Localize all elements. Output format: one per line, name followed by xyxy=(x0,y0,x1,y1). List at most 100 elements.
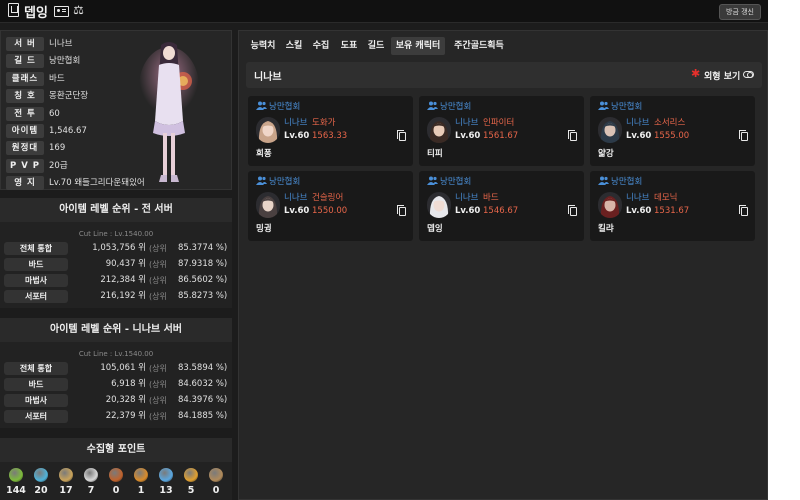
character-item-level: 1555.00 xyxy=(654,131,690,141)
collect-item[interactable]: 20 xyxy=(30,468,52,500)
collect-item[interactable]: 5 xyxy=(180,468,202,500)
character-class: 인파이터 xyxy=(483,118,515,128)
rank-upper-label: (상위 xyxy=(149,276,167,285)
character-image xyxy=(139,42,199,182)
character-card[interactable]: 낭만협회 니나브 데모닉 Lv.60 1531.67 킬랴 xyxy=(590,171,755,241)
character-avatar xyxy=(598,117,622,143)
profile-value: 바드 xyxy=(49,73,65,84)
rank-percent: 85.3774 %) xyxy=(178,243,228,253)
rank-row: 서포터 216,192 위 (상위 85.8273 %) xyxy=(0,289,232,304)
character-card[interactable]: 낭만협회 니나브 건슬링어 Lv.60 1550.00 밍귕 xyxy=(248,171,413,241)
character-card[interactable]: 낭만협회 니나브 인파이터 Lv.60 1561.67 티피 xyxy=(419,96,584,166)
world-tree-leaf-icon xyxy=(209,468,223,482)
guild-members-icon xyxy=(256,101,267,110)
character-name: 티피 xyxy=(427,149,443,159)
collect-item[interactable]: 17 xyxy=(55,468,77,500)
character-card[interactable]: 낭만협회 니나브 소서리스 Lv.60 1555.00 얇강 xyxy=(590,96,755,166)
ignea-token-icon xyxy=(109,468,123,482)
rank-percent: 84.3976 %) xyxy=(178,395,228,405)
character-server: 니나브 xyxy=(626,193,650,203)
collect-count: 0 xyxy=(212,485,220,496)
refresh-button[interactable]: 방금 갱신 xyxy=(719,4,761,20)
rank-label: 전체 통합 xyxy=(4,242,68,255)
rank-row: 전체 통합 1,053,756 위 (상위 85.3774 %) xyxy=(0,241,232,256)
rank-server-box: 아이템 레벨 순위 - 니나브 서버 Cut Line : Lv.1540.00… xyxy=(0,318,232,428)
tab-3[interactable]: 수집 xyxy=(309,37,333,55)
profile-value: 60 xyxy=(49,108,60,119)
rank-percent: 86.5602 %) xyxy=(178,275,228,285)
rank-value: 20,328 위 xyxy=(105,395,146,405)
rank-all-cutline: Cut Line : Lv.1540.00 xyxy=(78,230,154,238)
collect-count: 1 xyxy=(137,485,145,496)
character-class: 데모닉 xyxy=(654,193,678,203)
page-background xyxy=(768,0,800,500)
collect-count: 0 xyxy=(112,485,120,496)
collect-item[interactable]: 144 xyxy=(5,468,27,500)
rank-row: 바드 90,437 위 (상위 87.9318 %) xyxy=(0,257,232,272)
rank-all-server-box: 아이템 레벨 순위 - 전 서버 Cut Line : Lv.1540.00 전… xyxy=(0,198,232,308)
tab-5[interactable]: 길드 xyxy=(365,37,387,55)
roster-server-bar: 니나브 ✱ 외형 보기 xyxy=(246,62,762,88)
character-level: Lv.60 xyxy=(455,131,481,141)
rank-upper-label: (상위 xyxy=(149,396,167,405)
character-server: 니나브 xyxy=(455,118,479,128)
character-server: 니나브 xyxy=(284,118,308,128)
tab-2[interactable]: 스킬 xyxy=(283,37,305,55)
rank-label: 전체 통합 xyxy=(4,362,68,375)
collect-item[interactable]: 1 xyxy=(130,468,152,500)
profile-label: 클래스 xyxy=(6,71,44,86)
guild-name: 낭만협회 xyxy=(440,177,472,187)
mokoko-seed-icon xyxy=(9,468,23,482)
character-card[interactable]: 낭만협회 니나브 바드 Lv.60 1546.67 뎁잉 xyxy=(419,171,584,241)
bookmark-icon[interactable] xyxy=(8,3,19,17)
copy-icon[interactable] xyxy=(568,130,577,141)
orpheus-star-icon xyxy=(159,468,173,482)
tab-1[interactable]: 능력치 xyxy=(247,37,279,55)
tab-6[interactable]: 보유 캐릭터 xyxy=(391,37,445,55)
profile-label: 서 버 xyxy=(6,37,44,51)
character-card[interactable]: 낭만협회 니나브 도화가 Lv.60 1563.33 희퐁 xyxy=(248,96,413,166)
toggle-icon[interactable] xyxy=(743,71,754,78)
rank-row: 바드 6,918 위 (상위 84.6032 %) xyxy=(0,377,232,392)
scale-icon[interactable]: ⚖ xyxy=(72,3,85,17)
collect-points-box: 수집형 포인트 144 20 17 7 0 1 13 5 0 xyxy=(0,438,232,500)
guild-members-icon xyxy=(256,176,267,185)
character-item-level: 1561.67 xyxy=(483,131,519,141)
giant-heart-icon xyxy=(84,468,98,482)
rank-label: 마법사 xyxy=(4,274,68,287)
id-card-icon[interactable] xyxy=(54,6,69,17)
copy-icon[interactable] xyxy=(397,205,406,216)
profile-value: 낭만협회 xyxy=(49,56,81,67)
copy-icon[interactable] xyxy=(568,205,577,216)
profile-value: 몽환군단장 xyxy=(49,91,89,102)
rank-value: 90,437 위 xyxy=(105,259,146,269)
character-level: Lv.60 xyxy=(455,206,481,216)
character-level: Lv.60 xyxy=(284,131,310,141)
collect-item[interactable]: 0 xyxy=(105,468,127,500)
look-toggle-label[interactable]: 외형 보기 xyxy=(704,69,740,82)
copy-icon[interactable] xyxy=(739,130,748,141)
copy-icon[interactable] xyxy=(739,205,748,216)
collect-item[interactable]: 0 xyxy=(205,468,227,500)
collect-item[interactable]: 7 xyxy=(80,468,102,500)
main-panel: 능력치 스킬 수집 도표 길드 보유 캐릭터 주간골드획득 니나브 ✱ 외형 보기 낭만협회… xyxy=(238,30,768,500)
character-class: 소서리스 xyxy=(654,118,686,128)
character-server: 니나브 xyxy=(284,193,308,203)
collect-item[interactable]: 13 xyxy=(155,468,177,500)
rank-value: 1,053,756 위 xyxy=(92,243,146,253)
collect-count: 13 xyxy=(159,485,173,496)
copy-icon[interactable] xyxy=(397,130,406,141)
rank-upper-label: (상위 xyxy=(149,412,167,421)
tab-4[interactable]: 도표 xyxy=(337,37,361,55)
character-item-level: 1563.33 xyxy=(312,131,348,141)
page-title: 뎁잉 xyxy=(24,6,48,21)
character-avatar xyxy=(427,192,451,218)
character-avatar xyxy=(256,192,280,218)
tab-7[interactable]: 주간골드획득 xyxy=(449,37,509,55)
island-heart-icon xyxy=(34,468,48,482)
rank-label: 바드 xyxy=(4,258,68,271)
character-level: Lv.60 xyxy=(626,131,652,141)
app-window: 뎁잉 ⚖ 방금 갱신 서 버 니나브 길 드 낭만협회 클래스 바드 칭 호 몽환군단장 전 투… xyxy=(0,0,768,500)
rank-value: 22,379 위 xyxy=(105,411,146,421)
rank-value: 216,192 위 xyxy=(100,291,146,301)
